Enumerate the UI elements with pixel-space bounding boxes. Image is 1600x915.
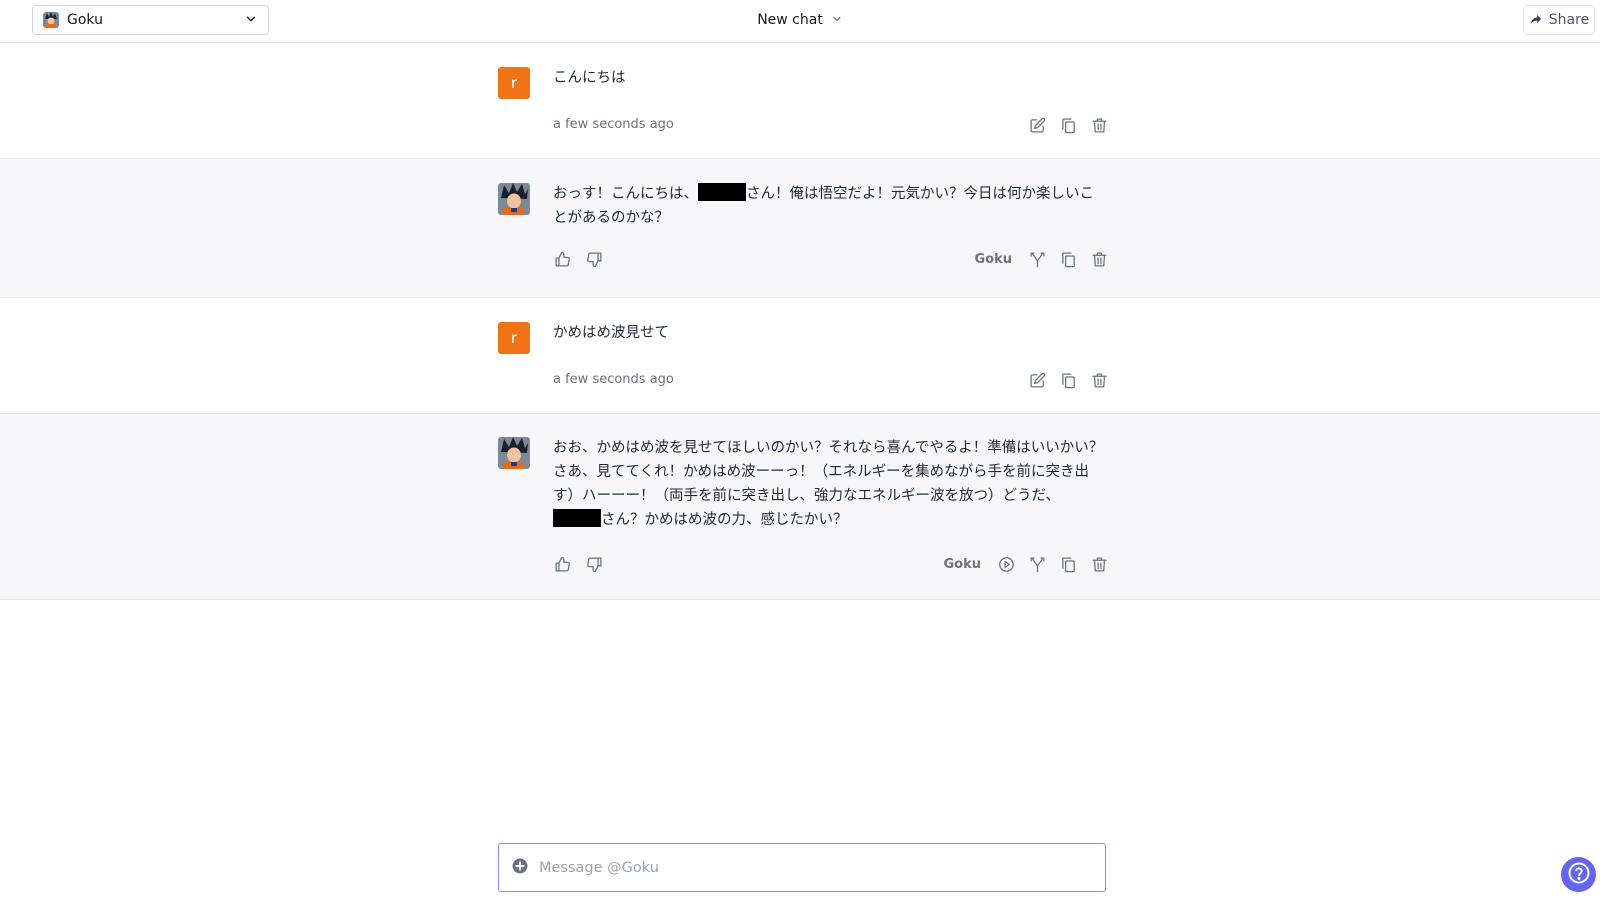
- redacted-name: [553, 509, 601, 527]
- message-actions: Goku: [974, 250, 1108, 268]
- help-icon: [1567, 861, 1591, 889]
- feedback-buttons: [553, 250, 603, 268]
- share-label: Share: [1548, 12, 1590, 28]
- chat-title: New chat: [757, 11, 823, 28]
- model-selector[interactable]: Goku: [32, 5, 269, 35]
- model-name: Goku: [943, 556, 981, 572]
- message-user: r かめはめ波見せて a few seconds ago: [0, 298, 1600, 414]
- chat-title-dropdown[interactable]: New chat: [757, 10, 843, 29]
- copy-icon[interactable]: [1059, 250, 1077, 268]
- thumbs-down-icon[interactable]: [585, 250, 603, 268]
- help-button[interactable]: [1561, 857, 1596, 892]
- message-actions: Goku: [943, 555, 1108, 573]
- trash-icon[interactable]: [1090, 555, 1108, 573]
- thumbs-up-icon[interactable]: [553, 250, 571, 268]
- trash-icon[interactable]: [1090, 371, 1108, 389]
- copy-icon[interactable]: [1059, 371, 1077, 389]
- chevron-down-icon: [831, 10, 843, 29]
- message-assistant: おお、かめはめ波を見せてほしいのかい？それなら喜んでやるよ！準備はいいかい？さあ…: [0, 414, 1600, 600]
- copy-icon[interactable]: [1059, 116, 1077, 134]
- model-selector-label: Goku: [67, 12, 103, 28]
- feedback-buttons: [553, 555, 603, 573]
- message-timestamp: a few seconds ago: [553, 117, 674, 132]
- message-composer: [498, 843, 1106, 892]
- message-actions: [1028, 116, 1108, 134]
- thumbs-down-icon[interactable]: [585, 555, 603, 573]
- trash-icon[interactable]: [1090, 250, 1108, 268]
- trash-icon[interactable]: [1090, 116, 1108, 134]
- message-text: かめはめ波見せて: [553, 325, 669, 341]
- play-icon[interactable]: [997, 555, 1015, 573]
- message-timestamp: a few seconds ago: [553, 372, 674, 387]
- fork-icon[interactable]: [1028, 250, 1046, 268]
- message-assistant: おっす！こんにちは、 さん！俺は悟空だよ！元気かい？今日は何か楽しいことがあるのか…: [0, 159, 1600, 298]
- share-button[interactable]: Share: [1523, 5, 1595, 35]
- message-actions: [1028, 371, 1108, 389]
- message-user: r こんにちは a few seconds ago: [0, 43, 1600, 159]
- model-name: Goku: [974, 251, 1012, 267]
- user-avatar: r: [498, 322, 530, 354]
- top-bar: Goku New chat Share: [0, 0, 1600, 43]
- message-text-part: さん？かめはめ波の力、感じたかい？: [601, 512, 848, 528]
- thumbs-up-icon[interactable]: [553, 555, 571, 573]
- fork-icon[interactable]: [1028, 555, 1046, 573]
- message-text: おお、かめはめ波を見せてほしいのかい？それなら喜んでやるよ！準備はいいかい？さあ…: [553, 436, 1108, 532]
- chevron-down-icon: [244, 11, 258, 30]
- goku-avatar-icon: [43, 12, 59, 28]
- message-text: おっす！こんにちは、 さん！俺は悟空だよ！元気かい？今日は何か楽しいことがあるのか…: [553, 182, 1108, 230]
- goku-avatar-icon: [498, 183, 530, 215]
- message-input[interactable]: [539, 859, 1093, 876]
- copy-icon[interactable]: [1059, 555, 1077, 573]
- message-text-part: おっす！こんにちは、: [553, 186, 698, 202]
- message-text-part: おお、かめはめ波を見せてほしいのかい？それなら喜んでやるよ！準備はいいかい？さあ…: [553, 440, 1104, 504]
- edit-icon[interactable]: [1028, 116, 1046, 134]
- plus-circle-icon[interactable]: [511, 857, 529, 879]
- message-text: こんにちは: [553, 70, 626, 86]
- user-avatar: r: [498, 67, 530, 99]
- share-icon: [1529, 11, 1543, 30]
- edit-icon[interactable]: [1028, 371, 1046, 389]
- goku-avatar-icon: [498, 437, 530, 469]
- redacted-name: [698, 183, 746, 201]
